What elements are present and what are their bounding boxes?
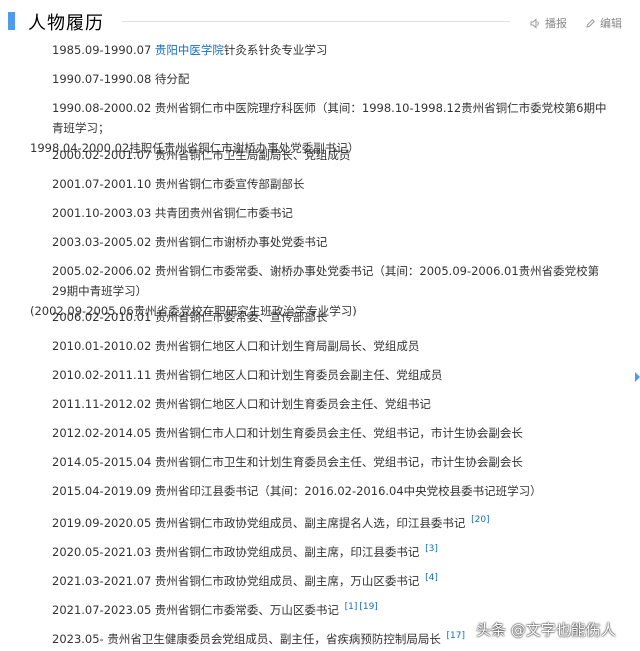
list-item: 2019.09-2020.05 贵州省铜仁市政协党组成员、副主席提名人选，印江县… bbox=[52, 515, 490, 530]
reference-link[interactable]: [4] bbox=[425, 573, 438, 583]
edit-button[interactable]: 编辑 bbox=[585, 15, 622, 31]
list-item: 2014.05-2015.04 贵州省铜仁市卫生和计划生育委员会主任、党组书记，… bbox=[52, 455, 523, 469]
report-button[interactable]: 播报 bbox=[530, 15, 567, 31]
section-header: 人物履历 播报 编辑 bbox=[0, 0, 640, 40]
scroll-arrow-icon[interactable] bbox=[635, 372, 640, 382]
list-item: 2020.05-2021.03 贵州省铜仁市政协党组成员、副主席，印江县委书记 … bbox=[52, 544, 438, 559]
reference-link[interactable]: [19] bbox=[359, 602, 377, 612]
pencil-icon bbox=[586, 18, 595, 28]
list-item: 2015.04-2019.09 贵州省印江县委书记（其间：2016.02-201… bbox=[52, 484, 542, 498]
reference-link[interactable]: [17] bbox=[447, 631, 465, 641]
edit-label: 编辑 bbox=[600, 17, 622, 30]
list-item: 2011.11-2012.02 贵州省铜仁地区人口和计划生育委员会主任、党组书记 bbox=[52, 397, 431, 411]
speaker-icon bbox=[530, 17, 539, 29]
list-item: 2001.10-2003.03 共青团贵州省铜仁市委书记 bbox=[52, 206, 293, 220]
list-item: 2010.02-2011.11 贵州省铜仁地区人口和计划生育委员会副主任、党组成… bbox=[52, 368, 443, 382]
section-title: 人物履历 bbox=[28, 13, 104, 34]
list-item: 2003.03-2005.02 贵州省铜仁市谢桥办事处党委书记 bbox=[52, 235, 328, 249]
list-item: 2021.03-2021.07 贵州省铜仁市政协党组成员、副主席，万山区委书记 … bbox=[52, 573, 438, 588]
list-item: 2000.02-2001.07 贵州省铜仁市卫生局副局长、党组成员 bbox=[52, 148, 351, 162]
title-accent-bar bbox=[8, 12, 15, 30]
title-divider bbox=[122, 21, 510, 22]
list-item: 1990.07-1990.08 待分配 bbox=[52, 72, 190, 86]
list-item: 2001.07-2001.10 贵州省铜仁市委宣传部副部长 bbox=[52, 177, 305, 191]
list-item: 2006.02-2010.01 贵州省铜仁市委常委、宣传部部长 bbox=[52, 310, 328, 324]
watermark: 头条 @文字也能伤人 bbox=[476, 621, 616, 639]
report-label: 播报 bbox=[545, 17, 567, 30]
list-item: 2012.02-2014.05 贵州省铜仁市人口和计划生育委员会主任、党组书记，… bbox=[52, 426, 523, 440]
reference-link[interactable]: [20] bbox=[471, 515, 489, 525]
list-item: 1985.09-1990.07 贵阳中医学院针灸系针灸专业学习 bbox=[52, 43, 328, 57]
list-item: 2021.07-2023.05 贵州省铜仁市委常委、万山区委书记 [1] [19] bbox=[52, 602, 378, 617]
reference-link[interactable]: [1] bbox=[345, 602, 358, 612]
list-item: 2010.01-2010.02 贵州省铜仁地区人口和计划生育局副局长、党组成员 bbox=[52, 339, 420, 353]
reference-link[interactable]: [3] bbox=[425, 544, 438, 554]
college-link[interactable]: 贵阳中医学院 bbox=[155, 43, 224, 57]
